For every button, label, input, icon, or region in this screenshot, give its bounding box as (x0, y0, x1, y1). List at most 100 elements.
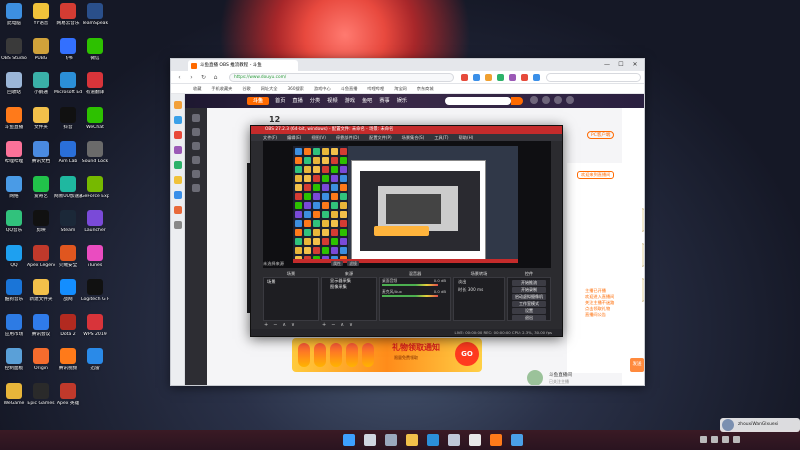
extension-icon[interactable] (473, 74, 480, 81)
gift-notification-banner[interactable]: 礼物领取通知 限量免费领取 GO (292, 338, 482, 372)
obs-menu-item[interactable]: 停靠部件(D) (336, 135, 359, 140)
obs-control-button[interactable]: 退出 (512, 315, 546, 321)
obs-menu-item[interactable]: 视图(V) (311, 135, 326, 140)
nav-video-icon[interactable] (192, 156, 200, 164)
sidebar-tools-icon[interactable] (173, 161, 182, 169)
history-icon[interactable] (530, 96, 538, 104)
desktop-icon-item[interactable]: 剪映 (27, 210, 55, 248)
extension-icon[interactable] (461, 74, 468, 81)
obs-properties-button[interactable]: 属性 (331, 261, 343, 266)
desktop-icon-itunes[interactable]: iTunes (81, 244, 109, 283)
desktop-icon-sound-lock[interactable]: Sound Lock (81, 141, 109, 179)
desktop-icon-item[interactable]: 有道翻译 (81, 72, 109, 110)
desktop-icon-item[interactable]: 抖音 (54, 106, 82, 145)
douyu-nav-item[interactable]: 视频 (327, 94, 337, 108)
desktop-icon-item[interactable]: 飞书 (54, 37, 82, 76)
desktop-icon-item[interactable]: 爱奇艺 (27, 175, 55, 214)
add-scene-button[interactable]: + (264, 322, 268, 328)
sidebar-game-icon[interactable] (173, 146, 182, 154)
user-notification-chip[interactable]: zhouxiWanGlxuexi (720, 418, 800, 432)
taskbar-file-explorer-icon[interactable] (406, 434, 418, 446)
desktop-icon-wps-2019[interactable]: WPS 2019 (81, 313, 109, 352)
desktop-icon-item[interactable]: 哔哩哔哩 (0, 141, 28, 179)
obs-menu-item[interactable]: 工具(T) (434, 135, 448, 140)
obs-control-button[interactable]: 工作室模式 (512, 301, 546, 307)
douyu-nav-item[interactable]: 鱼吧 (362, 94, 372, 108)
refresh-button[interactable]: ↻ (199, 73, 208, 82)
desktop-icon-geforce-experience[interactable]: GeForce Experience (81, 175, 109, 214)
obs-control-button[interactable]: 启动虚拟摄像机 (512, 294, 546, 300)
obs-menu-item[interactable]: 配置文件(P) (369, 135, 392, 140)
taskbar-browser-icon[interactable] (511, 434, 523, 446)
douyu-nav-item[interactable]: 赛事 (379, 94, 389, 108)
obs-control-button[interactable]: 设置 (512, 308, 546, 314)
sidebar-news-icon[interactable] (173, 176, 182, 184)
home-button[interactable]: ⌂ (211, 73, 220, 82)
desktop-icon-epic-games[interactable]: Epic Games (27, 382, 55, 421)
remove-source-button[interactable]: − (331, 322, 335, 328)
douyu-nav-item[interactable]: 分类 (310, 94, 320, 108)
obs-menu-item[interactable]: 编辑(E) (287, 135, 301, 140)
tray-ime-icon[interactable] (733, 436, 740, 443)
bookmark-item[interactable]: 游戏中心 (314, 86, 331, 91)
desktop-icon-item[interactable]: 应用市场 (0, 313, 28, 352)
sidebar-video-icon[interactable] (173, 131, 182, 139)
desktop-icon-item[interactable]: 回收站 (0, 72, 28, 110)
move-source-up-button[interactable]: ∧ (340, 322, 344, 328)
source-item[interactable]: 图像采集 (322, 284, 376, 290)
desktop-icon-steam[interactable]: Steam (54, 210, 82, 248)
desktop-icon-teamspeak[interactable]: TeamSpeak (81, 3, 109, 41)
taskbar-obs-icon[interactable] (469, 434, 481, 446)
desktop-icon-uu[interactable]: 网易UU加速器 (54, 175, 82, 214)
bookmark-item[interactable]: 网址大全 (261, 86, 278, 91)
bookmark-item[interactable]: 谷歌 (242, 86, 250, 91)
desktop-icon-wechat[interactable]: WeChat (81, 106, 109, 145)
douyu-nav-item[interactable]: 直播 (292, 94, 302, 108)
bookmark-item[interactable]: 斗鱼直播 (341, 86, 358, 91)
add-source-button[interactable]: + (322, 322, 326, 328)
sidebar-settings-icon[interactable] (173, 221, 182, 229)
taskbar-edge-icon[interactable] (427, 434, 439, 446)
nav-category-icon[interactable] (192, 142, 200, 150)
bookmark-item[interactable]: 手机收藏夹 (211, 86, 232, 91)
douyu-nav-item[interactable]: 娱乐 (397, 94, 407, 108)
pc-client-download-button[interactable]: PC客户端 (587, 131, 615, 139)
sidebar-mail-icon[interactable] (173, 191, 182, 199)
remove-scene-button[interactable]: − (273, 322, 277, 328)
nav-game-icon[interactable] (192, 170, 200, 178)
desktop-icon-microsoft-edge[interactable]: Microsoft Edge (54, 72, 82, 110)
desktop-icon-item[interactable]: 斗鱼直播 (0, 106, 28, 145)
desktop-icon-item[interactable]: 腾讯会议 (27, 313, 55, 352)
client-icon[interactable] (554, 96, 562, 104)
transition-type-select[interactable]: 淡出 (454, 278, 504, 286)
douyu-nav-item[interactable]: 首页 (275, 94, 285, 108)
douyu-search-button[interactable] (511, 97, 523, 105)
gift-go-button[interactable]: GO (455, 342, 479, 366)
desktop-icon-origin[interactable]: Origin (27, 348, 55, 386)
tray-volume-icon[interactable] (722, 436, 729, 443)
avatar[interactable] (566, 96, 574, 104)
desktop-icon-item[interactable]: 腾讯文档 (27, 141, 55, 179)
bookmark-item[interactable]: 京东商城 (417, 86, 434, 91)
desktop-icon-item[interactable]: 酷狗音乐 (0, 279, 28, 317)
bookmark-item[interactable]: 哔哩哔哩 (367, 86, 384, 91)
desktop-icon-apex[interactable]: Apex 英雄 (54, 382, 82, 421)
obs-control-button[interactable]: 开始录制 (512, 287, 546, 293)
extension-icon[interactable] (533, 74, 540, 81)
nav-live-icon[interactable] (192, 128, 200, 136)
obs-filters-button[interactable]: 滤镜 (347, 261, 359, 266)
taskbar-steam-icon[interactable] (448, 434, 460, 446)
desktop-icon-item[interactable]: 小鹅通 (27, 72, 55, 110)
volume-slider[interactable] (382, 295, 438, 297)
obs-menu-item[interactable]: 文件(F) (263, 135, 277, 140)
nav-match-icon[interactable] (192, 184, 200, 192)
browser-search-input[interactable] (546, 73, 641, 82)
desktop-icon-qq[interactable]: QQ (0, 244, 28, 283)
desktop-icon-item[interactable]: 腾讯视频 (54, 348, 82, 386)
sidebar-favorites-icon[interactable] (173, 101, 182, 109)
bookmark-item[interactable]: 收藏 (193, 86, 201, 91)
streamer-card[interactable]: 斗鱼直播间 已关注主播 (527, 370, 637, 385)
extension-icon[interactable] (509, 74, 516, 81)
browser-tab[interactable]: 斗鱼直播 OBS 推流教程 - 斗鱼 (188, 60, 298, 71)
bookmark-item[interactable]: 淘宝网 (394, 86, 407, 91)
